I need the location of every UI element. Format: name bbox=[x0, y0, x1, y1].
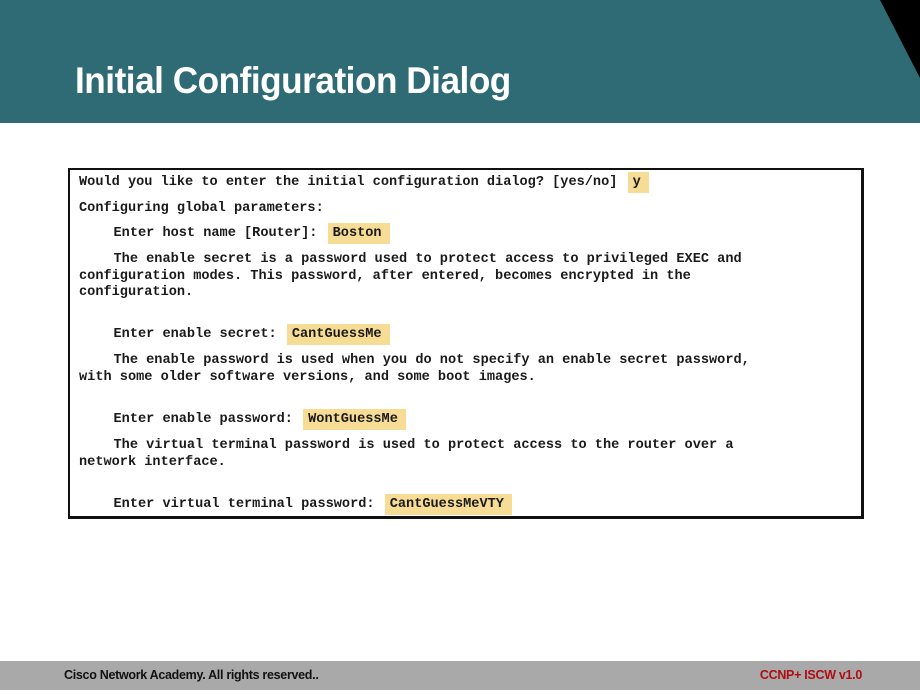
copyright-text: Cisco Network Academy. All rights reserv… bbox=[64, 668, 319, 682]
dialog-prompt-line: Would you like to enter the initial conf… bbox=[79, 172, 649, 193]
prompt-text: Enter enable secret: bbox=[113, 327, 277, 342]
dialog-text-line: The virtual terminal password is used to… bbox=[113, 438, 734, 453]
config-dialog-terminal: Would you like to enter the initial conf… bbox=[68, 168, 864, 519]
dialog-text-line: The enable password is used when you do … bbox=[113, 353, 750, 368]
answer-value: Boston bbox=[327, 223, 390, 244]
answer-value: WontGuessMe bbox=[303, 409, 406, 430]
dialog-text-line: configuration modes. This password, afte… bbox=[79, 269, 691, 284]
prompt-text: Enter enable password: bbox=[113, 412, 293, 427]
dialog-text-line: with some older software versions, and s… bbox=[79, 370, 536, 385]
dialog-text-line: network interface. bbox=[79, 455, 226, 470]
answer-value: CantGuessMeVTY bbox=[384, 494, 512, 515]
answer-value: CantGuessMe bbox=[286, 324, 390, 345]
dialog-prompt-line: Enter enable password: WontGuessMe bbox=[79, 409, 406, 430]
dialog-text-line: configuration. bbox=[79, 285, 194, 300]
course-label: CCNP+ ISCW v1.0 bbox=[759, 668, 862, 682]
slide-title: Initial Configuration Dialog bbox=[75, 60, 511, 101]
prompt-text: Would you like to enter the initial conf… bbox=[79, 175, 618, 190]
slide-footer: Cisco Network Academy. All rights reserv… bbox=[0, 661, 920, 690]
dialog-text-line: The enable secret is a password used to … bbox=[113, 252, 742, 267]
header-corner-decoration bbox=[880, 0, 920, 78]
slide-header: Initial Configuration Dialog bbox=[0, 0, 920, 123]
answer-value: y bbox=[627, 172, 649, 193]
prompt-text: Enter virtual terminal password: bbox=[113, 497, 375, 512]
dialog-prompt-line: Enter virtual terminal password: CantGue… bbox=[79, 494, 512, 515]
prompt-text: Enter host name [Router]: bbox=[113, 226, 318, 241]
dialog-prompt-line: Enter host name [Router]: Boston bbox=[79, 223, 390, 244]
dialog-prompt-line: Enter enable secret: CantGuessMe bbox=[79, 324, 390, 345]
dialog-text-line: Configuring global parameters: bbox=[79, 201, 324, 216]
